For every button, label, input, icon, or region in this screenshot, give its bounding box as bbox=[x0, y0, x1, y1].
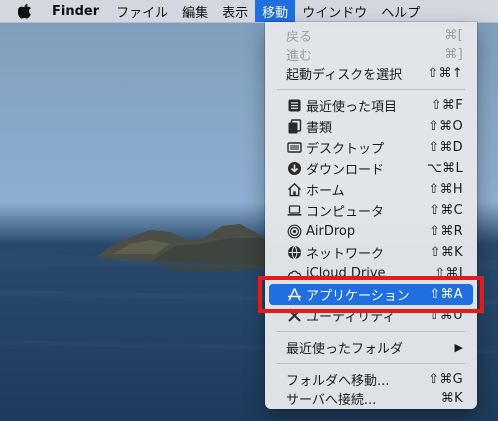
menu-item-desktop[interactable]: デスクトップ ⇧⌘D bbox=[269, 137, 473, 158]
menu-item-startup-disk[interactable]: 起動ディスクを選択 ⇧⌘↑ bbox=[269, 63, 473, 84]
menu-item-recent-folders[interactable]: 最近使ったフォルダ ▶ bbox=[269, 337, 473, 358]
menu-go[interactable]: 移動 bbox=[255, 0, 296, 22]
airdrop-icon bbox=[286, 223, 302, 239]
menu-item-label: 起動ディスクを選択 bbox=[286, 68, 403, 83]
menu-item-shortcut: ⇧⌘G bbox=[428, 372, 463, 387]
network-icon bbox=[286, 244, 302, 260]
menu-item-label: 最近使ったフォルダ bbox=[286, 342, 404, 357]
menu-item-shortcut: ⌥⌘L bbox=[426, 161, 463, 176]
menu-item-shortcut: ⇧⌘R bbox=[429, 224, 463, 239]
downloads-icon bbox=[286, 160, 302, 176]
desktop-icon bbox=[286, 139, 302, 155]
menu-item-shortcut: ⌘[ bbox=[444, 28, 463, 43]
menu-item-shortcut: ⇧⌘K bbox=[429, 245, 463, 260]
menu-item-label: コンピュータ bbox=[306, 205, 385, 220]
menu-item-shortcut: ⇧⌘O bbox=[427, 119, 463, 134]
apple-logo-icon bbox=[18, 4, 31, 19]
menu-item-network[interactable]: ネットワーク ⇧⌘K bbox=[269, 242, 473, 263]
menu-item-home[interactable]: ホーム ⇧⌘H bbox=[269, 179, 473, 200]
menu-item-shortcut: ⇧⌘H bbox=[428, 182, 463, 197]
menu-item-label: 書類 bbox=[306, 121, 333, 136]
menu-item-shortcut: ⇧⌘↑ bbox=[427, 66, 463, 81]
menu-item-label: デスクトップ bbox=[306, 142, 385, 157]
recents-icon bbox=[286, 97, 302, 113]
menu-item-shortcut: ⌘K bbox=[440, 391, 463, 406]
menu-item-label: フォルダへ移動... bbox=[286, 374, 390, 389]
menu-separator bbox=[277, 89, 465, 90]
menu-item-shortcut: ⇧⌘D bbox=[428, 140, 463, 155]
menu-edit[interactable]: 編集 bbox=[175, 0, 215, 22]
menu-item-label: サーバへ接続... bbox=[286, 393, 377, 408]
highlight-annotation-box bbox=[258, 276, 484, 313]
submenu-arrow-icon: ▶ bbox=[454, 341, 463, 354]
menu-item-shortcut: ⇧⌘F bbox=[430, 98, 463, 113]
menu-item-label: 戻る bbox=[286, 30, 313, 45]
menu-item-connect-to-server[interactable]: サーバへ接続... ⌘K bbox=[269, 388, 473, 409]
menu-item-downloads[interactable]: ダウンロード ⌥⌘L bbox=[269, 158, 473, 179]
menu-item-forward[interactable]: 進む ⌘] bbox=[269, 44, 473, 65]
menu-item-back[interactable]: 戻る ⌘[ bbox=[269, 25, 473, 46]
menu-item-label: 最近使った項目 bbox=[306, 100, 398, 115]
computer-icon bbox=[286, 202, 302, 218]
menu-file[interactable]: ファイル bbox=[109, 0, 175, 22]
menu-help[interactable]: ヘルプ bbox=[374, 0, 427, 22]
menu-item-label: AirDrop bbox=[306, 224, 356, 239]
menu-separator bbox=[277, 363, 465, 364]
app-menu-finder[interactable]: Finder bbox=[42, 0, 109, 22]
menu-item-shortcut: ⌘] bbox=[444, 47, 463, 62]
menu-window[interactable]: ウインドウ bbox=[295, 0, 374, 22]
menu-item-airdrop[interactable]: AirDrop ⇧⌘R bbox=[269, 221, 473, 242]
menu-item-go-to-folder[interactable]: フォルダへ移動... ⇧⌘G bbox=[269, 369, 473, 390]
menu-view[interactable]: 表示 bbox=[215, 0, 255, 22]
go-menu-dropdown: 戻る ⌘[ 進む ⌘] 起動ディスクを選択 ⇧⌘↑ 最近使った項目 ⇧⌘F 書類… bbox=[265, 22, 477, 409]
menu-separator bbox=[277, 331, 465, 332]
menu-item-recents[interactable]: 最近使った項目 ⇧⌘F bbox=[269, 95, 473, 116]
home-icon bbox=[286, 181, 302, 197]
menu-item-label: ダウンロード bbox=[306, 163, 385, 178]
menu-item-label: 進む bbox=[286, 49, 313, 64]
menu-item-label: ホーム bbox=[306, 184, 345, 199]
menu-item-computer[interactable]: コンピュータ ⇧⌘C bbox=[269, 200, 473, 221]
menu-bar: Finder ファイル 編集 表示 移動 ウインドウ ヘルプ bbox=[0, 0, 498, 23]
menu-item-shortcut: ⇧⌘C bbox=[429, 203, 463, 218]
menu-item-label: ネットワーク bbox=[306, 247, 385, 262]
apple-menu[interactable] bbox=[0, 0, 42, 22]
menu-item-documents[interactable]: 書類 ⇧⌘O bbox=[269, 116, 473, 137]
documents-icon bbox=[286, 118, 302, 134]
